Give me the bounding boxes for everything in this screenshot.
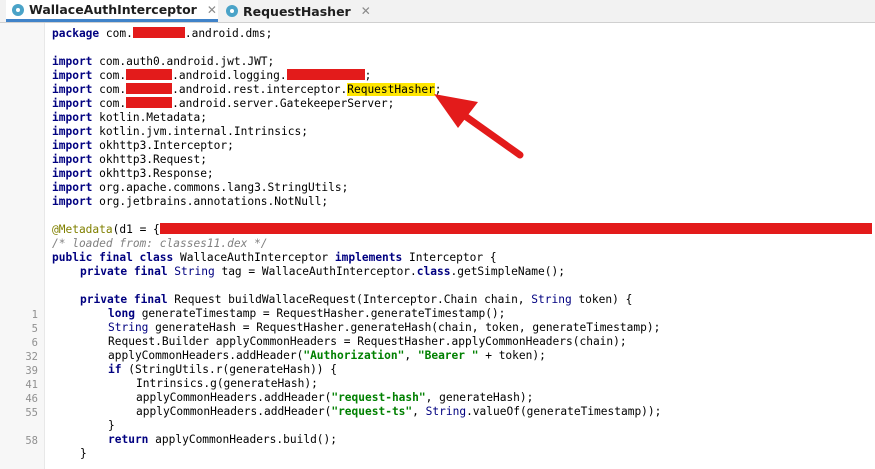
code-line: } — [108, 419, 115, 432]
close-icon[interactable]: ✕ — [207, 3, 217, 17]
line-number: 1 — [31, 309, 38, 321]
import-line: import com. .android.logging.; — [52, 69, 372, 82]
import-line: import kotlin.Metadata; — [52, 111, 207, 124]
arrow-shaft — [454, 107, 524, 159]
import-line: import okhttp3.Interceptor; — [52, 139, 234, 152]
redaction-bar — [126, 69, 173, 80]
line-number: 6 — [31, 337, 38, 349]
code-line: return applyCommonHeaders.build(); — [108, 433, 338, 446]
code-line: Intrinsics.g(generateHash); — [136, 377, 318, 390]
method-declaration: private final Request buildWallaceReques… — [80, 293, 633, 306]
line-number: 55 — [25, 407, 38, 419]
import-line: import com. .android.server.GatekeeperSer… — [52, 97, 395, 110]
tab-wallace-auth-interceptor[interactable]: WallaceAuthInterceptor ✕ — [6, 0, 218, 22]
tab-request-hasher[interactable]: RequestHasher ✕ — [222, 0, 371, 22]
line-number: 5 — [31, 323, 38, 335]
class-declaration: public final class WallaceAuthIntercepto… — [52, 251, 497, 264]
tab-label: RequestHasher — [243, 3, 351, 19]
arrow-head — [434, 94, 478, 128]
kotlin-class-icon — [226, 5, 238, 17]
redaction-bar — [132, 27, 185, 38]
line-number: 58 — [25, 435, 38, 447]
import-line: import kotlin.jvm.internal.Intrinsics; — [52, 125, 308, 138]
import-line: import com. .android.rest.interceptor.Req… — [52, 83, 442, 96]
import-line: import com.auth0.android.jwt.JWT; — [52, 55, 275, 68]
field-declaration: private final String tag = WallaceAuthIn… — [80, 265, 565, 278]
redaction-bar — [126, 83, 173, 94]
code-line: if (StringUtils.r(generateHash)) { — [108, 363, 338, 376]
close-icon[interactable]: ✕ — [361, 4, 371, 18]
import-line: import okhttp3.Request; — [52, 153, 207, 166]
editor-tab-bar: WallaceAuthInterceptor ✕ RequestHasher ✕ — [0, 0, 875, 23]
code-line: applyCommonHeaders.addHeader("request-ha… — [136, 391, 534, 404]
tab-label: WallaceAuthInterceptor — [29, 2, 197, 17]
line-number: 32 — [25, 351, 38, 363]
line-number: 41 — [25, 379, 38, 391]
source-comment: /* loaded from: classes11.dex */ — [52, 237, 268, 250]
line-number: 46 — [25, 393, 38, 405]
metadata-line: @Metadata(d1 = { — [52, 223, 872, 237]
code-line: String generateHash = RequestHasher.gene… — [108, 321, 661, 334]
redaction-bar — [286, 69, 365, 80]
package-line: package com. .android.dms; — [52, 27, 273, 40]
import-line: import org.jetbrains.annotations.NotNull… — [52, 195, 329, 208]
code-line: Request.Builder applyCommonHeaders = Req… — [108, 335, 627, 348]
redaction-bar — [159, 223, 872, 234]
line-number: 39 — [25, 365, 38, 377]
line-number-gutter: 1 5 6 32 39 41 46 55 58 — [0, 23, 45, 469]
code-line: applyCommonHeaders.addHeader("Authorizat… — [108, 349, 546, 362]
redaction-bar — [126, 97, 173, 108]
highlighted-class-name: RequestHasher — [347, 83, 435, 96]
kotlin-class-icon — [12, 3, 24, 16]
code-line: applyCommonHeaders.addHeader("request-ts… — [136, 405, 662, 418]
import-line: import okhttp3.Response; — [52, 167, 214, 180]
import-line: import org.apache.commons.lang3.StringUt… — [52, 181, 349, 194]
code-line: long generateTimestamp = RequestHasher.g… — [108, 307, 506, 320]
code-line: } — [80, 447, 87, 460]
